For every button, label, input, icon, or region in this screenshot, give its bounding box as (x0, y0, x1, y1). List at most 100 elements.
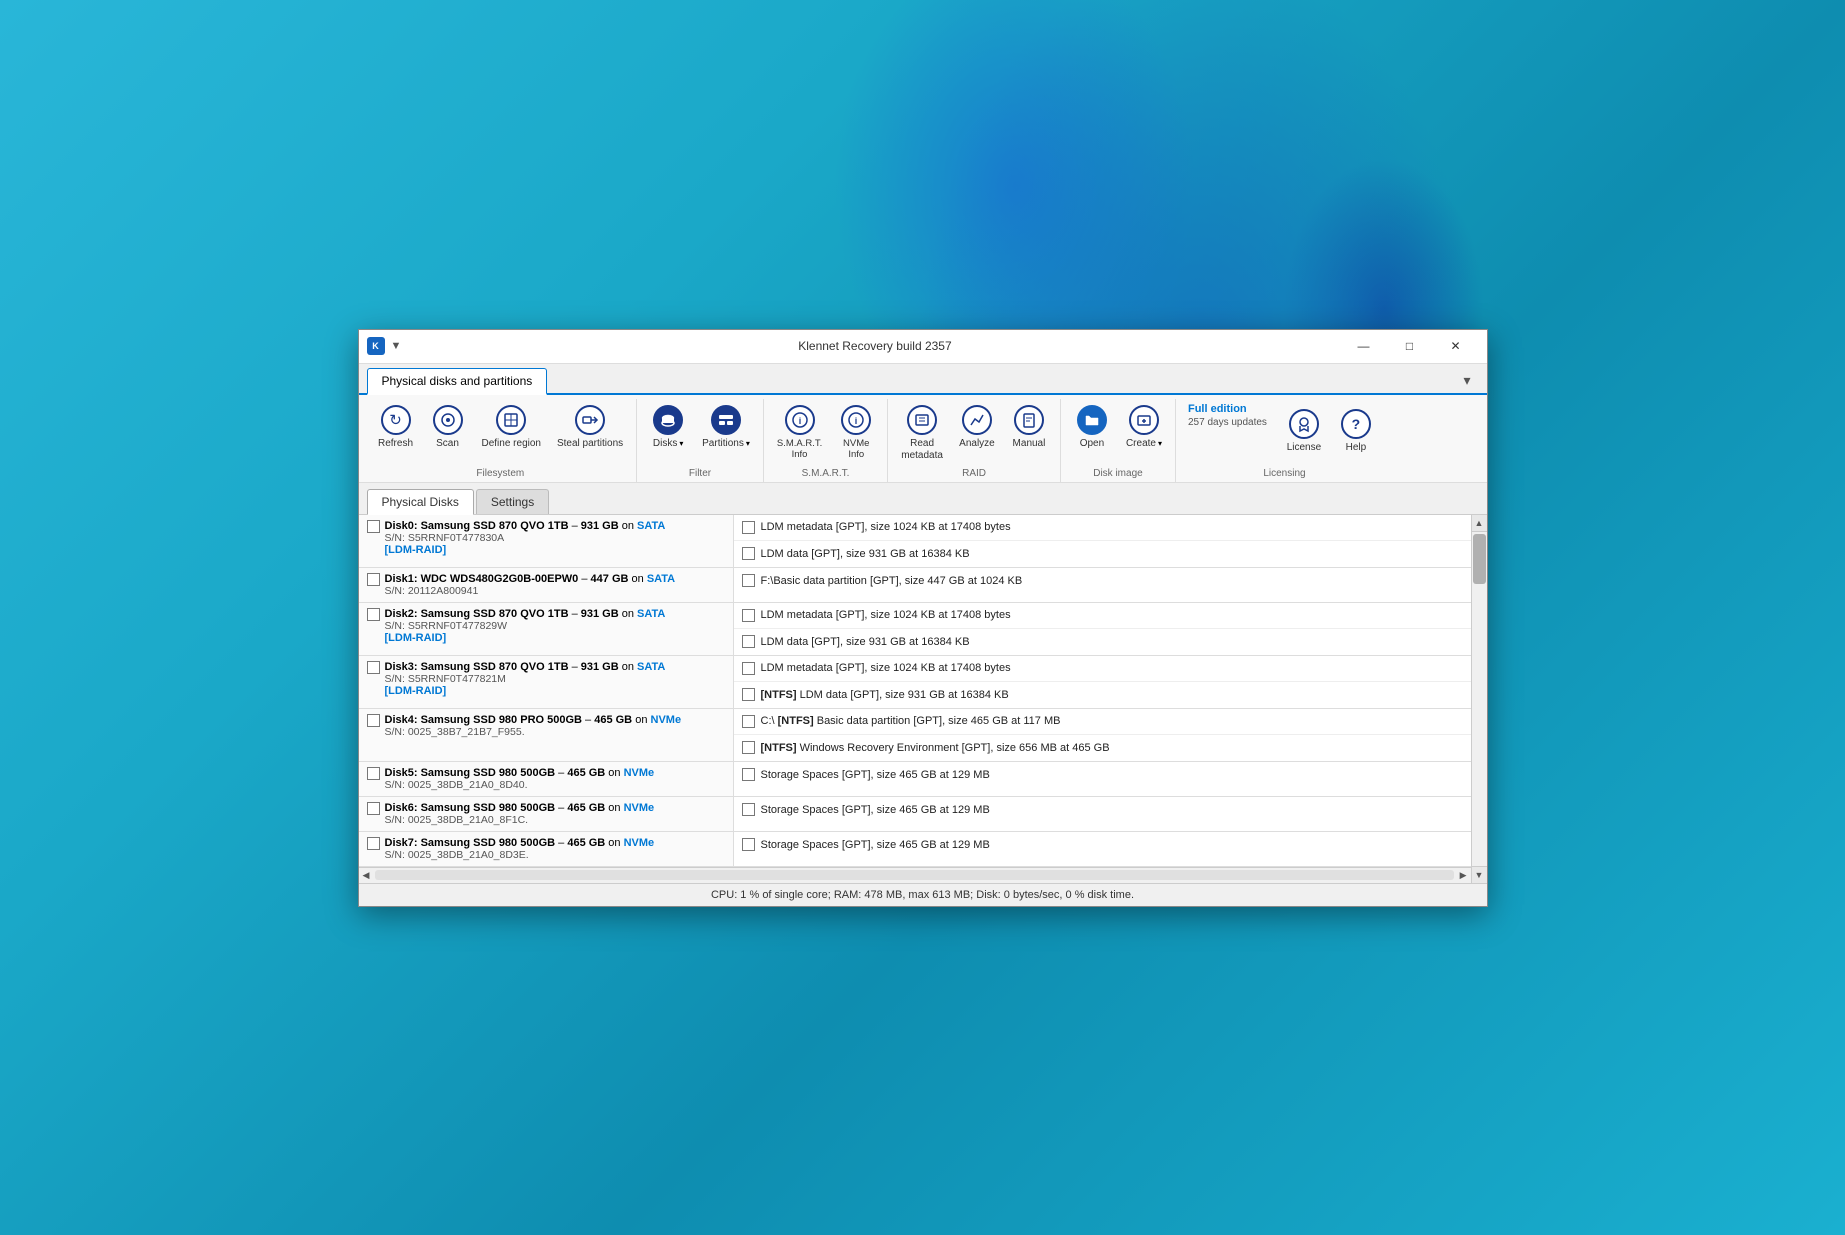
hscroll-track[interactable] (375, 870, 1453, 880)
partition-checkbox[interactable] (742, 521, 755, 534)
disk7-checkbox[interactable] (367, 837, 380, 850)
main-content: Physical Disks Settings Disk0: Samsung S… (359, 483, 1487, 906)
refresh-button[interactable]: ↻ Refresh (371, 399, 421, 455)
read-metadata-button[interactable]: Read metadata (894, 399, 950, 467)
partition-checkbox[interactable] (742, 662, 755, 675)
disk-row-disk2: Disk2: Samsung SSD 870 QVO 1TB – 931 GB … (359, 603, 1471, 656)
smart-items: i S.M.A.R.T. Info i NVMe Info (770, 399, 881, 468)
nvme-info-button[interactable]: i NVMe Info (831, 399, 881, 466)
disk5-checkbox[interactable] (367, 767, 380, 780)
partition-item: LDM data [GPT], size 931 GB at 16384 KB (734, 629, 1471, 655)
partition-item: F:\Basic data partition [GPT], size 447 … (734, 568, 1471, 594)
hscroll-right-arrow[interactable]: ▶ (1456, 870, 1471, 881)
manual-icon (1013, 404, 1045, 436)
help-icon: ? (1340, 408, 1372, 440)
disk-row-disk5: Disk5: Samsung SSD 980 500GB – 465 GB on… (359, 762, 1471, 797)
refresh-icon: ↻ (380, 404, 412, 436)
partition-checkbox[interactable] (742, 574, 755, 587)
hscroll-left-arrow[interactable]: ◀ (359, 870, 374, 881)
ribbon-group-raid: Read metadata Analyze (888, 399, 1061, 482)
disk-row-disk1: Disk1: WDC WDS480G2G0B-00EPW0 – 447 GB o… (359, 568, 1471, 603)
disk0-left: Disk0: Samsung SSD 870 QVO 1TB – 931 GB … (359, 515, 734, 567)
disk3-checkbox[interactable] (367, 661, 380, 674)
full-edition-label: Full edition (1188, 403, 1247, 415)
disk6-checkbox[interactable] (367, 802, 380, 815)
main-window: K ▼ Klennet Recovery build 2357 — □ ✕ Ph… (358, 329, 1488, 907)
open-icon (1076, 404, 1108, 436)
ribbon: ↻ Refresh Scan (359, 395, 1487, 483)
partition-checkbox[interactable] (742, 838, 755, 851)
smart-info-button[interactable]: i S.M.A.R.T. Info (770, 399, 829, 466)
partition-item: Storage Spaces [GPT], size 465 GB at 129… (734, 797, 1471, 823)
partition-checkbox[interactable] (742, 688, 755, 701)
vscroll-track[interactable] (1472, 532, 1487, 866)
license-button[interactable]: License (1279, 403, 1329, 459)
partition-checkbox[interactable] (742, 715, 755, 728)
partition-item: [NTFS] Windows Recovery Environment [GPT… (734, 735, 1471, 761)
partitions-button[interactable]: Partitions ▾ (695, 399, 757, 455)
smart-info-icon: i (784, 404, 816, 436)
define-region-icon (495, 404, 527, 436)
analyze-icon (961, 404, 993, 436)
scan-icon (432, 404, 464, 436)
analyze-button[interactable]: Analyze (952, 399, 1002, 455)
partition-checkbox[interactable] (742, 547, 755, 560)
vscroll-up-arrow[interactable]: ▲ (1472, 515, 1487, 532)
partition-checkbox[interactable] (742, 768, 755, 781)
partition-item: [NTFS] LDM data [GPT], size 931 GB at 16… (734, 682, 1471, 708)
help-button[interactable]: ? Help (1331, 403, 1381, 459)
tab-physical-disks-partitions[interactable]: Physical disks and partitions (367, 368, 548, 395)
partition-checkbox[interactable] (742, 635, 755, 648)
disks-button[interactable]: Disks ▾ (643, 399, 693, 455)
ribbon-group-filesystem: ↻ Refresh Scan (365, 399, 638, 482)
partition-checkbox[interactable] (742, 741, 755, 754)
steal-partitions-button[interactable]: Steal partitions (550, 399, 630, 455)
disk-row-disk3: Disk3: Samsung SSD 870 QVO 1TB – 931 GB … (359, 656, 1471, 709)
create-icon (1128, 404, 1160, 436)
open-button[interactable]: Open (1067, 399, 1117, 455)
disk-row-disk0: Disk0: Samsung SSD 870 QVO 1TB – 931 GB … (359, 515, 1471, 568)
partition-item: Storage Spaces [GPT], size 465 GB at 129… (734, 832, 1471, 858)
disk7-left: Disk7: Samsung SSD 980 500GB – 465 GB on… (359, 832, 734, 866)
maximize-button[interactable]: □ (1387, 329, 1433, 363)
days-updates-label: 257 days updates (1188, 417, 1267, 428)
vscroll-thumb[interactable] (1473, 534, 1486, 584)
tabbar-chevron[interactable]: ▾ (1455, 368, 1478, 393)
titlebar: K ▼ Klennet Recovery build 2357 — □ ✕ (359, 330, 1487, 364)
partitions-icon (710, 404, 742, 436)
vertical-scrollbar[interactable]: ▲ ▼ (1471, 515, 1487, 883)
close-button[interactable]: ✕ (1433, 329, 1479, 363)
disk2-left: Disk2: Samsung SSD 870 QVO 1TB – 931 GB … (359, 603, 734, 655)
disk6-partitions: Storage Spaces [GPT], size 465 GB at 129… (734, 797, 1471, 831)
license-icon (1288, 408, 1320, 440)
tab-settings[interactable]: Settings (476, 489, 549, 514)
define-region-button[interactable]: Define region (475, 399, 548, 455)
partition-checkbox[interactable] (742, 609, 755, 622)
minimize-button[interactable]: — (1341, 329, 1387, 363)
vscroll-down-arrow[interactable]: ▼ (1472, 866, 1487, 883)
manual-button[interactable]: Manual (1004, 399, 1054, 455)
disk4-checkbox[interactable] (367, 714, 380, 727)
horizontal-scrollbar[interactable]: ◀ ▶ (359, 867, 1471, 883)
disk2-checkbox[interactable] (367, 608, 380, 621)
scan-button[interactable]: Scan (423, 399, 473, 455)
create-button[interactable]: Create ▾ (1119, 399, 1169, 455)
disk-content: Disk0: Samsung SSD 870 QVO 1TB – 931 GB … (359, 515, 1471, 883)
disk3-left: Disk3: Samsung SSD 870 QVO 1TB – 931 GB … (359, 656, 734, 708)
main-tabbar: Physical disks and partitions ▾ (359, 364, 1487, 395)
partition-checkbox[interactable] (742, 803, 755, 816)
disk0-checkbox[interactable] (367, 520, 380, 533)
licensing-items: Full edition 257 days updates License (1188, 403, 1381, 468)
disk1-checkbox[interactable] (367, 573, 380, 586)
titlebar-controls: — □ ✕ (1341, 329, 1479, 363)
disk1-left: Disk1: WDC WDS480G2G0B-00EPW0 – 447 GB o… (359, 568, 734, 602)
filter-items: Disks ▾ Partitions ▾ (643, 399, 757, 468)
partition-item: LDM metadata [GPT], size 1024 KB at 1740… (734, 603, 1471, 629)
titlebar-pin: ▼ (391, 340, 402, 352)
svg-text:i: i (855, 416, 858, 426)
disks-icon (652, 404, 684, 436)
tab-physical-disks[interactable]: Physical Disks (367, 489, 474, 515)
partition-item: LDM metadata [GPT], size 1024 KB at 1740… (734, 515, 1471, 541)
partition-item: LDM metadata [GPT], size 1024 KB at 1740… (734, 656, 1471, 682)
disk4-left: Disk4: Samsung SSD 980 PRO 500GB – 465 G… (359, 709, 734, 761)
